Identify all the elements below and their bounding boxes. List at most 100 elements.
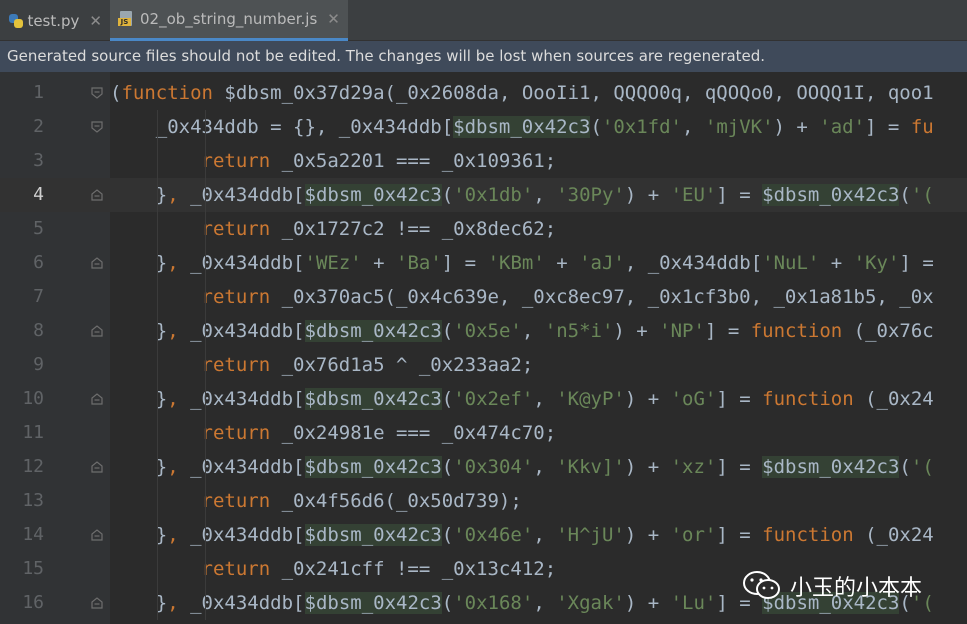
code-text: return _0x76d1a5 ^ _0x233aa2; <box>110 348 534 382</box>
line-number: 13 <box>22 490 44 511</box>
string-token: 'or' <box>670 524 717 546</box>
string-token: 'Lu' <box>670 592 717 614</box>
generated-source-banner: Generated source files should not be edi… <box>0 41 967 72</box>
code-line[interactable]: 1 (function $dbsm_0x37d29a(_0x2608da, Ooo… <box>0 76 967 110</box>
code-token: } <box>110 388 168 410</box>
code-token: _0x1727c2 !== _0x8dec62; <box>270 218 557 240</box>
code-text: return _0x1727c2 !== _0x8dec62; <box>110 212 557 246</box>
code-token: ) + <box>624 592 671 614</box>
code-text: }, _0x434ddb[$dbsm_0x42c3('0x5e', 'n5*i'… <box>110 314 934 348</box>
line-number: 8 <box>33 320 44 341</box>
code-line[interactable]: 2 _0x434ddb = {}, _0x434ddb[$dbsm_0x42c3… <box>0 110 967 144</box>
fold-marker-icon[interactable] <box>90 120 104 134</box>
fold-marker-icon[interactable] <box>90 86 104 100</box>
code-token: _0x24981e === _0x474c70; <box>270 422 557 444</box>
tab-label: test.py <box>27 11 80 30</box>
code-token: , <box>521 320 545 342</box>
code-text: }, _0x434ddb[$dbsm_0x42c3('0x1db', '30Py… <box>110 178 934 212</box>
tab-label: 02_ob_string_number.js <box>140 10 318 28</box>
code-token: ( <box>899 456 911 478</box>
code-text: (function $dbsm_0x37d29a(_0x2608da, OooI… <box>110 76 934 110</box>
close-icon[interactable]: ✕ <box>327 10 340 28</box>
code-token: } <box>110 456 168 478</box>
string-token: '0x5e' <box>453 320 522 342</box>
highlighted-identifier: $dbsm_0x42c3 <box>304 184 442 206</box>
code-line[interactable]: 9 return _0x76d1a5 ^ _0x233aa2; <box>0 348 967 382</box>
fold-marker-icon[interactable] <box>90 596 104 610</box>
code-token: (_0x24 <box>853 388 934 410</box>
highlighted-identifier: $dbsm_0x42c3 <box>304 320 442 342</box>
keyword-token: return <box>201 422 271 444</box>
indent-guide <box>205 110 206 620</box>
keyword-token: function <box>762 524 854 546</box>
code-text: return _0x241cff !== _0x13c412; <box>110 552 557 586</box>
code-token: ) + <box>624 388 671 410</box>
close-icon[interactable]: ✕ <box>89 12 102 30</box>
code-line[interactable]: 12 }, _0x434ddb[$dbsm_0x42c3('0x304', 'K… <box>0 450 967 484</box>
code-editor[interactable]: 1 (function $dbsm_0x37d29a(_0x2608da, Ooo… <box>0 72 967 624</box>
code-line[interactable]: 7 return _0x370ac5(_0x4c639e, _0xc8ec97,… <box>0 280 967 314</box>
code-text: }, _0x434ddb[$dbsm_0x42c3('0x304', 'Kkv]… <box>110 450 934 484</box>
indent-guide <box>157 110 158 620</box>
string-token: 'Kkv]' <box>556 456 625 478</box>
code-line[interactable]: 14 }, _0x434ddb[$dbsm_0x42c3('0x46e', 'H… <box>0 518 967 552</box>
fold-marker-icon[interactable] <box>90 528 104 542</box>
code-token: ) + <box>613 320 660 342</box>
code-token: _0x434ddb[ <box>178 184 305 206</box>
fold-marker-icon[interactable] <box>90 188 104 202</box>
line-number: 6 <box>33 252 44 273</box>
fold-marker-icon[interactable] <box>90 460 104 474</box>
keyword-token: return <box>201 150 271 172</box>
keyword-token: , <box>167 320 179 342</box>
code-token: } <box>110 320 168 342</box>
string-token: 'mjVK' <box>704 116 774 138</box>
string-token: 'Ba' <box>396 252 442 274</box>
code-text: }, _0x434ddb[$dbsm_0x42c3('0x46e', 'H^jU… <box>110 518 934 552</box>
code-line[interactable]: 8 }, _0x434ddb[$dbsm_0x42c3('0x5e', 'n5*… <box>0 314 967 348</box>
code-line[interactable]: 5 return _0x1727c2 !== _0x8dec62; <box>0 212 967 246</box>
code-token: ( <box>441 320 454 342</box>
code-token: ] = <box>899 252 934 274</box>
code-token: ) + <box>624 456 671 478</box>
keyword-token: return <box>201 558 271 580</box>
string-token: 'K@yP' <box>556 388 625 410</box>
code-line[interactable]: 10 }, _0x434ddb[$dbsm_0x42c3('0x2ef', 'K… <box>0 382 967 416</box>
code-token: , <box>533 184 557 206</box>
line-number: 3 <box>33 150 44 171</box>
string-token: 'ad' <box>819 116 866 138</box>
python-file-icon <box>8 13 23 29</box>
keyword-token: return <box>201 354 271 376</box>
code-line[interactable]: 13 return _0x4f56d6(_0x50d739); <box>0 484 967 518</box>
fold-marker-icon[interactable] <box>90 324 104 338</box>
fold-marker-icon[interactable] <box>90 392 104 406</box>
code-token: + <box>361 252 397 274</box>
highlighted-identifier: $dbsm_0x42c3 <box>304 456 442 478</box>
tab-02-ob-string-number-js[interactable]: JS 02_ob_string_number.js ✕ <box>110 0 348 41</box>
code-line[interactable]: 3 return _0x5a2201 === _0x109361; <box>0 144 967 178</box>
watermark-text: 小玉的小本本 <box>790 576 923 601</box>
code-token: ] = <box>716 184 763 206</box>
watermark: 小玉的小本本 <box>742 566 922 606</box>
line-number: 16 <box>22 592 44 613</box>
code-token: ( <box>590 116 602 138</box>
string-token: '0x1fd' <box>601 116 682 138</box>
code-line[interactable]: 11 return _0x24981e === _0x474c70; <box>0 416 967 450</box>
keyword-token: , <box>167 456 179 478</box>
code-text: }, _0x434ddb['WEz' + 'Ba'] = 'KBm' + 'aJ… <box>110 246 934 280</box>
code-text: return _0x24981e === _0x474c70; <box>110 416 557 450</box>
keyword-token: , <box>167 592 179 614</box>
highlighted-identifier: $dbsm_0x42c3 <box>453 116 591 138</box>
keyword-token: return <box>201 490 271 512</box>
code-token: (_0x24 <box>853 524 934 546</box>
code-text: return _0x370ac5(_0x4c639e, _0xc8ec97, _… <box>110 280 934 314</box>
code-token: } <box>110 184 168 206</box>
code-line[interactable]: 6 }, _0x434ddb['WEz' + 'Ba'] = 'KBm' + '… <box>0 246 967 280</box>
code-line[interactable]: 4 }, _0x434ddb[$dbsm_0x42c3('0x1db', '30… <box>0 178 967 212</box>
tab-test-py[interactable]: test.py ✕ <box>0 0 110 41</box>
fold-marker-icon[interactable] <box>90 256 104 270</box>
code-token: ) + <box>624 184 671 206</box>
code-token: ] = <box>704 320 751 342</box>
code-token: ( <box>110 82 122 104</box>
code-token: ) + <box>624 524 671 546</box>
